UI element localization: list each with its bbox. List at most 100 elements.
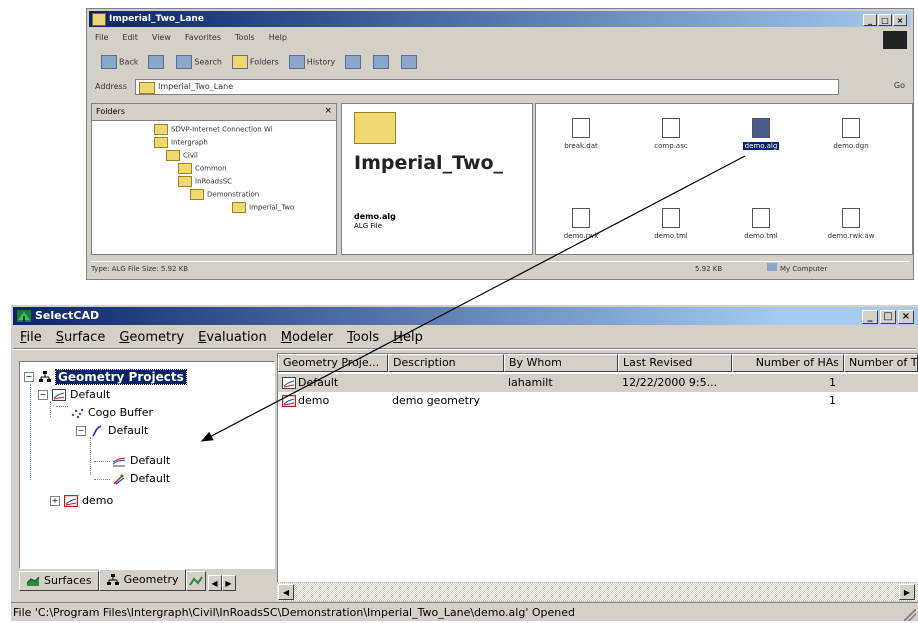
tree-connector	[56, 406, 68, 407]
status-zone: My Computer	[767, 262, 827, 276]
tree-item-superelevation[interactable]: Default	[112, 472, 170, 485]
folder-tree-item[interactable]: InRoadsSC	[178, 176, 232, 187]
tab-geometry[interactable]: Geometry	[98, 569, 186, 591]
folder-tree-item[interactable]: SDVP-Internet Connection Wi	[154, 124, 273, 135]
cell-description: demo geometry	[392, 394, 480, 407]
file-icon	[842, 208, 860, 228]
tree-item-geometry-projects[interactable]: − Geometry Projects	[24, 369, 187, 385]
folders-button[interactable]: Folders	[231, 55, 279, 69]
file-item[interactable]: demo.tml	[726, 208, 796, 240]
minimize-button[interactable]: _	[862, 310, 878, 324]
maximize-button[interactable]: □	[880, 310, 896, 324]
folder-tree-item[interactable]: Common	[178, 163, 227, 174]
close-pane-button[interactable]: ×	[324, 106, 332, 116]
address-input[interactable]: Imperial_Two_Lane	[135, 79, 839, 95]
file-item[interactable]: demo.rwk.aw	[816, 208, 886, 240]
tree-item-cogo-buffer[interactable]: Cogo Buffer	[70, 406, 153, 419]
menu-file[interactable]: File	[13, 330, 49, 345]
explorer-title: Imperial_Two_Lane	[109, 14, 204, 24]
menu-tools[interactable]: Tools	[235, 33, 255, 42]
tree-item-profile[interactable]: Default	[112, 454, 170, 467]
file-list: break.dat comp.asc demo.alg demo.dgn dem…	[535, 103, 913, 255]
column-header-geometry-project[interactable]: Geometry Proje...	[278, 354, 388, 372]
file-item-selected[interactable]: demo.alg	[726, 118, 796, 150]
collapse-toggle[interactable]: −	[38, 389, 48, 400]
column-header-number-of-has[interactable]: Number of HAs	[732, 354, 844, 372]
minimize-button[interactable]: _	[863, 14, 877, 26]
horizontal-scrollbar[interactable]: ◀ ▶	[277, 582, 918, 601]
resize-grip-icon[interactable]	[904, 609, 916, 621]
search-button[interactable]: Search	[176, 55, 222, 69]
menu-tools[interactable]: Tools	[340, 330, 386, 345]
file-item[interactable]: demo.rwk	[546, 208, 616, 240]
preview-file-name: demo.alg	[354, 212, 396, 221]
address-bar: Address Imperial_Two_Lane Go	[91, 79, 909, 97]
folder-tree-item[interactable]: Imperial_Two	[232, 202, 294, 213]
evaluation-icon	[188, 576, 203, 586]
up-button[interactable]	[148, 55, 166, 69]
menu-favorites[interactable]: Favorites	[185, 33, 221, 42]
folder-tree-item[interactable]: Demonstration	[190, 189, 259, 200]
projects-list[interactable]: Geometry Proje... Description By Whom La…	[277, 353, 918, 600]
history-button[interactable]: History	[288, 55, 335, 69]
close-button[interactable]: ×	[898, 310, 914, 324]
open-folder-icon	[232, 202, 246, 213]
tree-item-alignment[interactable]: − Default	[76, 424, 148, 437]
menu-modeler[interactable]: Modeler	[274, 330, 340, 345]
network-tree-icon	[106, 574, 119, 585]
cell-by-whom: lahamilt	[508, 376, 553, 389]
collapse-toggle[interactable]: −	[76, 425, 86, 436]
menu-help[interactable]: Help	[269, 33, 287, 42]
tab-surfaces[interactable]: Surfaces	[19, 571, 99, 591]
menu-edit[interactable]: Edit	[122, 33, 138, 42]
collapse-toggle[interactable]: −	[24, 372, 34, 382]
tree-item-demo[interactable]: + demo	[50, 494, 113, 507]
preview-file-type: ALG File	[354, 222, 383, 230]
my-computer-icon	[767, 263, 777, 271]
menu-evaluation[interactable]: Evaluation	[191, 330, 274, 345]
scroll-right-button[interactable]: ▶	[899, 584, 915, 600]
menu-geometry[interactable]: Geometry	[112, 330, 191, 345]
table-row[interactable]: demo demo geometry 1	[278, 392, 918, 410]
tab-more[interactable]	[185, 571, 206, 591]
windows-logo-icon	[883, 31, 907, 49]
menu-help[interactable]: Help	[386, 330, 430, 345]
explorer-toolbar: Back Search Folders History	[91, 51, 909, 73]
cell-description	[388, 374, 504, 392]
folder-icon	[166, 150, 180, 161]
expand-toggle[interactable]: +	[50, 495, 60, 506]
project-tree[interactable]: − Geometry Projects − Default Cogo Buffe…	[19, 361, 275, 569]
column-header-number-of-t[interactable]: Number of T	[844, 354, 918, 372]
column-header-description[interactable]: Description	[388, 354, 504, 372]
menu-view[interactable]: View	[152, 33, 171, 42]
delete-button[interactable]	[373, 55, 391, 69]
column-header-last-revised[interactable]: Last Revised	[618, 354, 732, 372]
file-item[interactable]: demo.dgn	[816, 118, 886, 150]
folder-tree-item[interactable]: Intergraph	[154, 137, 208, 148]
tree-item-default-project[interactable]: − Default	[38, 388, 110, 401]
go-button[interactable]: Go	[894, 81, 905, 90]
folder-icon	[178, 176, 192, 187]
file-icon	[842, 118, 860, 138]
geometry-project-icon	[282, 377, 296, 389]
file-item[interactable]: break.dat	[546, 118, 616, 150]
menu-separator	[13, 348, 916, 350]
menu-file[interactable]: File	[95, 33, 108, 42]
cell-last-revised: 12/22/2000 9:5...	[622, 376, 718, 389]
file-item[interactable]: comp.asc	[636, 118, 706, 150]
close-button[interactable]: ×	[893, 14, 907, 26]
menu-surface[interactable]: Surface	[49, 330, 113, 345]
move-to-button[interactable]	[345, 55, 363, 69]
up-folder-icon	[148, 55, 165, 69]
column-header-by-whom[interactable]: By Whom	[504, 354, 618, 372]
tab-scroll-right-button[interactable]: ▶	[221, 575, 236, 591]
views-button[interactable]	[401, 55, 419, 69]
tab-scroll-left-button[interactable]: ◀	[207, 575, 222, 591]
maximize-button[interactable]: □	[878, 14, 892, 26]
selectcad-app-icon	[17, 310, 31, 322]
back-button[interactable]: Back	[101, 55, 138, 69]
file-item[interactable]: demo.tml	[636, 208, 706, 240]
scroll-left-button[interactable]: ◀	[278, 584, 294, 600]
table-row[interactable]: Default lahamilt 12/22/2000 9:5... 1	[278, 374, 918, 392]
folder-tree-item[interactable]: Civil	[166, 150, 198, 161]
